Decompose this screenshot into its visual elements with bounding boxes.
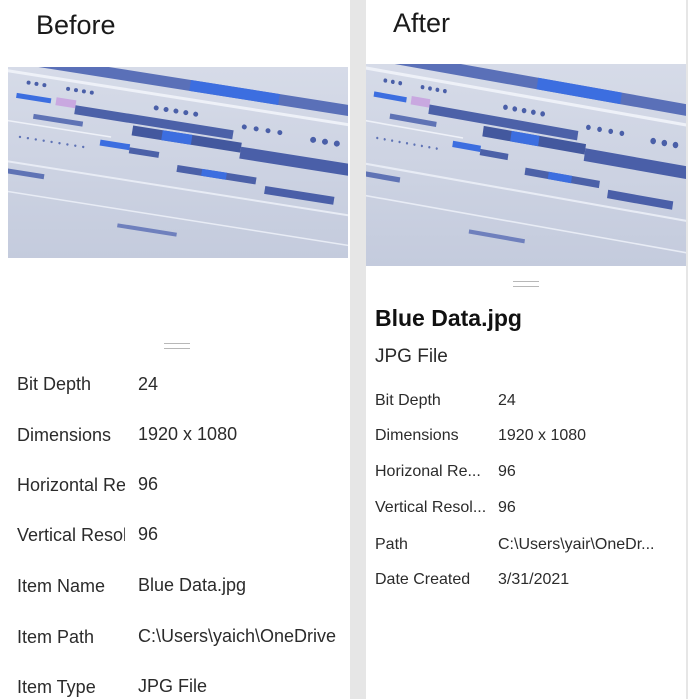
drag-handle-icon[interactable] xyxy=(164,343,190,349)
prop-label-horizontal-resolution: Horizontal Res xyxy=(17,475,125,495)
prop-label-vertical-resolution: Vertical Resol... xyxy=(375,499,485,516)
prop-value-path: C:\Users\yair\OneDr... xyxy=(498,536,655,553)
prop-value-vertical-resolution: 96 xyxy=(138,524,159,544)
prop-value-dimensions: 1920 x 1080 xyxy=(498,427,587,444)
prop-value-horizontal-resolution: 96 xyxy=(138,474,159,494)
prop-label-date-created: Date Created xyxy=(375,571,471,588)
prop-value-dimensions: 1920 x 1080 xyxy=(138,424,238,444)
prop-label-dimensions: Dimensions xyxy=(375,427,459,444)
file-type-subtitle: JPG File xyxy=(375,346,448,367)
drag-handle-icon[interactable] xyxy=(513,281,539,287)
prop-label-bit-depth: Bit Depth xyxy=(17,374,92,394)
prop-label-bit-depth: Bit Depth xyxy=(375,392,441,409)
prop-value-bit-depth: 24 xyxy=(498,392,516,409)
prop-value-item-type: JPG File xyxy=(138,676,208,696)
file-name-title: Blue Data.jpg xyxy=(375,305,522,331)
prop-label-item-name: Item Name xyxy=(17,576,106,596)
prop-label-vertical-resolution: Vertical Resolu xyxy=(17,525,125,545)
before-heading: Before xyxy=(36,10,116,40)
prop-value-date-created: 3/31/2021 xyxy=(498,571,570,588)
blue-data-image xyxy=(366,64,686,266)
image-preview xyxy=(8,67,348,258)
prop-label-dimensions: Dimensions xyxy=(17,425,112,445)
prop-label-item-path: Item Path xyxy=(17,627,95,647)
prop-value-item-name: Blue Data.jpg xyxy=(138,575,247,595)
prop-value-bit-depth: 24 xyxy=(138,374,159,394)
after-panel: After Blue Data.jpg JPG File Bit Depth 2… xyxy=(366,0,686,699)
image-preview xyxy=(366,64,686,266)
blue-data-image xyxy=(8,67,348,258)
prop-label-horizontal-resolution: Horizonal Re... xyxy=(375,463,481,480)
prop-value-vertical-resolution: 96 xyxy=(498,499,516,516)
after-heading: After xyxy=(393,8,451,38)
before-panel: Before Bit Depth 24 Dimensions 1920 x 10… xyxy=(0,0,350,699)
prop-label-path: Path xyxy=(375,536,408,553)
prop-value-item-path: C:\Users\yaich\OneDrive xyxy=(138,626,337,646)
prop-value-horizontal-resolution: 96 xyxy=(498,463,516,480)
prop-label-item-type: Item Type xyxy=(17,677,96,697)
